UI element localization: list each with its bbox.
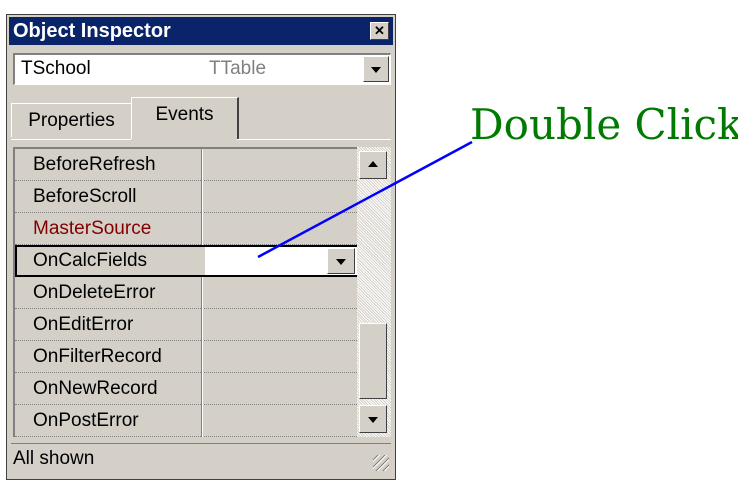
event-name: BeforeScroll — [33, 186, 137, 207]
event-name: OnFilterRecord — [33, 346, 162, 367]
event-row-onfilterrecord[interactable]: OnFilterRecord — [15, 341, 357, 373]
event-name: OnDeleteError — [33, 282, 156, 303]
tab-divider — [11, 139, 131, 140]
scroll-down-icon[interactable] — [359, 405, 387, 433]
tab-divider — [237, 139, 391, 140]
close-icon[interactable]: ✕ — [370, 22, 389, 40]
status-text: All shown — [13, 448, 95, 469]
event-row-onnewrecord[interactable]: OnNewRecord — [15, 373, 357, 405]
vertical-scrollbar[interactable] — [357, 147, 391, 437]
chevron-down-icon[interactable] — [363, 56, 389, 82]
tab-events[interactable]: Events — [131, 97, 239, 139]
window-title: Object Inspector — [13, 20, 171, 42]
event-row-mastersource[interactable]: MasterSource — [15, 213, 357, 245]
chevron-down-icon[interactable] — [327, 248, 355, 274]
annotation-label: Double Click — [470, 100, 738, 149]
event-name: OnEditError — [33, 314, 134, 335]
tab-properties[interactable]: Properties — [11, 103, 133, 137]
event-name: MasterSource — [33, 218, 152, 239]
object-inspector-window: Object Inspector ✕ TSchool TTable Proper… — [6, 14, 396, 480]
object-selector-combo[interactable]: TSchool TTable — [13, 53, 391, 85]
resize-grip-icon[interactable] — [373, 455, 389, 471]
object-type: TTable — [209, 58, 267, 79]
event-name: BeforeRefresh — [33, 154, 156, 175]
event-name: OnPostError — [33, 410, 139, 431]
window-titlebar[interactable]: Object Inspector ✕ — [9, 17, 393, 45]
event-name: OnNewRecord — [33, 378, 158, 399]
event-grid: BeforeRefresh BeforeScroll MasterSource … — [13, 147, 357, 437]
event-row-oncalcfields[interactable]: OnCalcFields — [15, 245, 357, 277]
event-row-beforescroll[interactable]: BeforeScroll — [15, 181, 357, 213]
tab-events-label: Events — [155, 104, 214, 125]
event-row-onediterror[interactable]: OnEditError — [15, 309, 357, 341]
tab-properties-label: Properties — [28, 110, 115, 131]
event-row-beforerefresh[interactable]: BeforeRefresh — [15, 149, 357, 181]
event-row-ondeleteerror[interactable]: OnDeleteError — [15, 277, 357, 309]
event-row-onposterror[interactable]: OnPostError — [15, 405, 357, 437]
event-name: OnCalcFields — [33, 250, 148, 271]
object-name: TSchool — [21, 58, 91, 79]
scrollbar-thumb[interactable] — [359, 323, 387, 399]
status-bar: All shown — [11, 443, 391, 473]
scroll-up-icon[interactable] — [359, 151, 387, 179]
